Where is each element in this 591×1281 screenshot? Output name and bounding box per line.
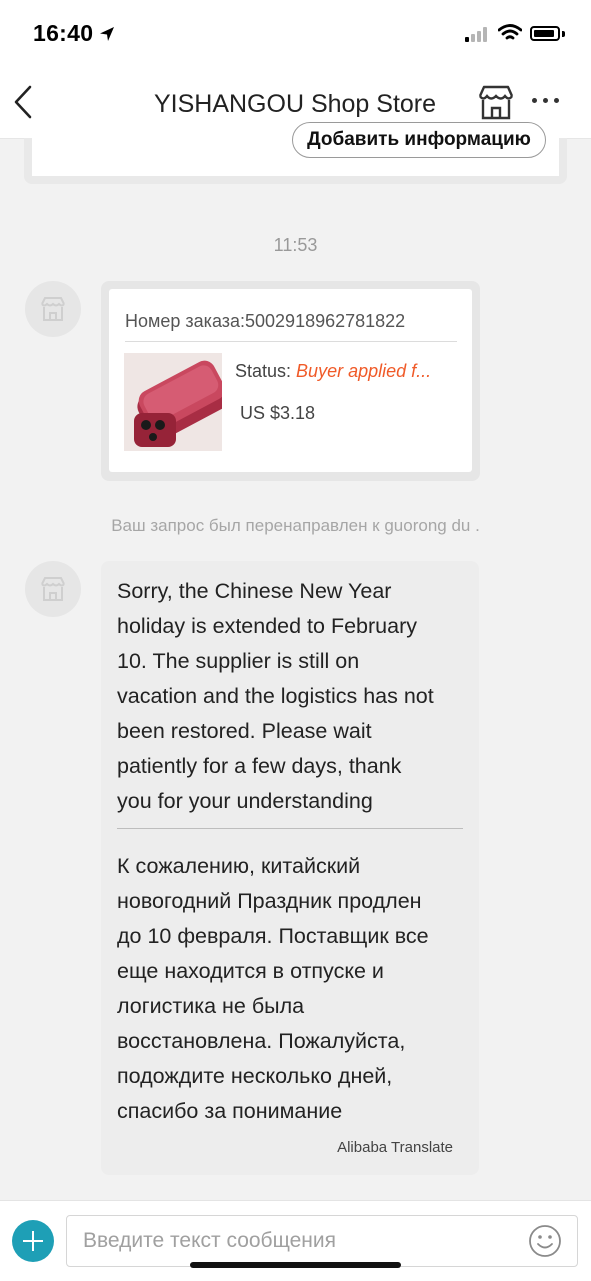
store-icon[interactable] <box>476 84 516 122</box>
message-line: еще находится в отпуске и <box>117 959 384 983</box>
message-line: К сожалению, китайский <box>117 854 361 878</box>
more-icon[interactable] <box>530 98 562 108</box>
status-value: Buyer applied f... <box>296 361 432 381</box>
message-line: новогодний Праздник продлен <box>117 889 422 913</box>
cellular-signal-icon <box>465 26 489 42</box>
translation-divider <box>117 828 463 829</box>
order-number: Номер заказа:5002918962781822 <box>125 311 406 331</box>
message-line: 10. The supplier is still on <box>117 649 360 673</box>
page-title: YISHANGOU Shop Store <box>153 90 437 118</box>
store-icon <box>41 297 65 321</box>
message-line: Sorry, the Chinese New Year <box>117 579 392 603</box>
message-line: до 10 февраля. Поставщик все <box>117 924 429 948</box>
store-icon <box>41 577 65 601</box>
status-time: 16:40 <box>33 20 94 46</box>
message-text-original: Sorry, the Chinese New Year holiday is e… <box>117 574 467 819</box>
emoji-icon[interactable] <box>528 1224 562 1258</box>
message-line: you for your understanding <box>117 789 373 813</box>
message-input-placeholder: Введите текст сообщения <box>83 1229 337 1252</box>
message-line: логистика не была <box>117 994 305 1018</box>
home-indicator <box>190 1262 401 1268</box>
divider <box>125 341 457 342</box>
chat-timestamp: 11:53 <box>273 235 318 255</box>
phone-case-image <box>124 353 222 451</box>
add-information-button[interactable]: Добавить информацию <box>292 122 546 158</box>
message-line: подождите несколько дней, <box>117 1064 393 1088</box>
battery-tip <box>562 31 565 37</box>
battery-icon <box>530 26 560 41</box>
product-image[interactable] <box>124 353 222 451</box>
system-note: Ваш запрос был перенаправлен к guorong d… <box>111 516 480 535</box>
add-attachment-button[interactable] <box>12 1220 54 1262</box>
location-arrow-icon <box>100 27 114 41</box>
back-chevron-icon[interactable] <box>8 82 38 122</box>
store-avatar[interactable] <box>25 561 81 617</box>
order-status: Status: Buyer applied f... <box>235 361 431 382</box>
message-line: patiently for a few days, thank <box>117 754 402 778</box>
message-line: спасибо за понимание <box>117 1099 343 1123</box>
message-line: holiday is extended to February <box>117 614 417 638</box>
order-price: US $3.18 <box>240 403 316 423</box>
translation-credit: Alibaba Translate <box>337 1139 453 1156</box>
wifi-icon <box>498 24 522 40</box>
message-text-translated: К сожалению, китайский новогодний Праздн… <box>117 849 467 1129</box>
message-line: been restored. Please wait <box>117 719 372 743</box>
status-label: Status: <box>235 361 292 381</box>
message-line: vacation and the logistics has not <box>117 684 434 708</box>
store-avatar[interactable] <box>25 281 81 337</box>
message-line: восстановлена. Пожалуйста, <box>117 1029 406 1053</box>
